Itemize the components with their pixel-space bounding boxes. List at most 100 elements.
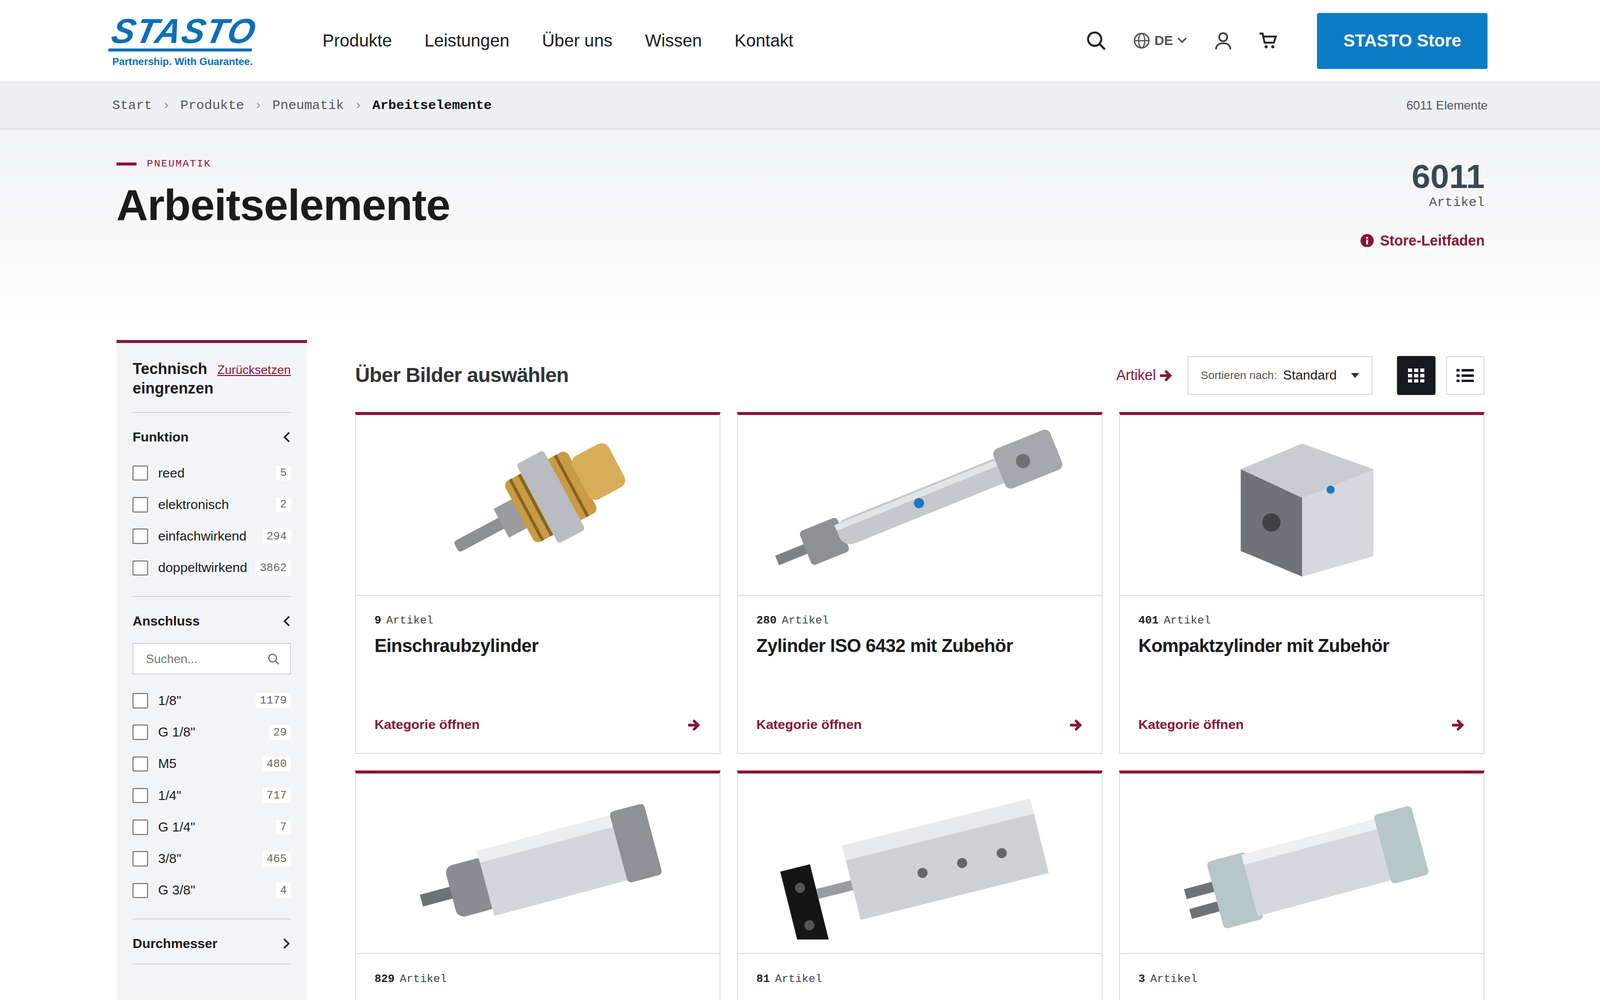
store-guide-link[interactable]: Store-Leitfaden [1360, 232, 1485, 249]
card-count-number: 9 [374, 614, 381, 627]
sort-label: Sortieren nach: [1201, 369, 1277, 382]
hero: PNEUMATIKArbeitselemente6011ArtikelStore… [0, 129, 1600, 340]
chevron-left-icon[interactable] [282, 615, 291, 627]
product-image [738, 415, 1102, 596]
nav-item[interactable]: Über uns [542, 31, 613, 51]
chevron-left-icon[interactable] [282, 431, 291, 443]
option-count: 7 [276, 819, 291, 835]
arrow-right-icon [1070, 719, 1084, 731]
filter-option[interactable]: 1/4"717 [132, 780, 291, 812]
card-count-label: Artikel [1163, 614, 1211, 627]
card-count-label: Artikel [400, 972, 447, 986]
category-card[interactable]: 81Artikel [737, 770, 1103, 1000]
checkbox[interactable] [132, 756, 148, 772]
articles-link[interactable]: Artikel [1116, 367, 1173, 384]
filter-option[interactable]: elektronisch2 [132, 489, 291, 521]
arrow-right-icon [1160, 369, 1174, 382]
filter-section-header[interactable]: Anschluss [132, 613, 291, 629]
card-title: Zylinder ISO 6432 mit Zubehör [756, 635, 1084, 657]
checkbox[interactable] [132, 560, 148, 576]
card-body: 9ArtikelEinschraubzylinderKategorie öffn… [356, 596, 720, 753]
nav-item[interactable]: Kontakt [734, 31, 794, 51]
filter-option[interactable]: M5480 [132, 748, 291, 780]
filter-options: 1/8"1179G 1/8"29M54801/4"717 G 1/4" 7 3/8"4… [132, 685, 291, 907]
arrow-right-icon [688, 719, 702, 731]
filter-section-header[interactable]: Durchmesser [132, 936, 291, 952]
breadcrumb-item[interactable]: Start [112, 98, 152, 113]
cart-icon[interactable] [1258, 31, 1278, 50]
language-label: DE [1154, 33, 1173, 49]
card-body: 401ArtikelKompaktzylinder mit ZubehörKat… [1120, 596, 1484, 753]
checkbox[interactable] [132, 693, 148, 709]
open-category-text: Kategorie öffnen [374, 717, 480, 733]
breadcrumb-item: Arbeitselemente [372, 98, 492, 113]
category-grid: 9ArtikelEinschraubzylinderKategorie öffn… [355, 412, 1485, 1000]
checkbox[interactable] [132, 883, 148, 899]
filter-search-input[interactable] [144, 651, 268, 667]
filter-section-title: Anschluss [132, 613, 200, 629]
filter-option[interactable]: 3/8"465 [132, 843, 291, 875]
hero-left: PNEUMATIK Arbeitselemente [116, 158, 450, 340]
option-label: 3/8" [158, 851, 181, 867]
open-category-link[interactable]: Kategorie öffnen [756, 676, 1084, 733]
option-count: 5 [276, 465, 291, 481]
filter-option[interactable]: einfachwirkend294 [132, 520, 291, 552]
card-count-label: Artikel [1150, 972, 1197, 986]
checkbox[interactable] [132, 851, 148, 867]
card-count-label: Artikel [386, 614, 434, 627]
option-label: G 1/4" [158, 819, 195, 835]
filter-option[interactable]: 1/8"1179 [132, 685, 291, 717]
option-count: 294 [262, 529, 291, 544]
card-count-number: 401 [1138, 614, 1159, 627]
card-count: 3Artikel [1138, 972, 1466, 986]
checkbox[interactable] [132, 819, 148, 835]
checkbox[interactable] [132, 788, 148, 804]
eyebrow-text: PNEUMATIK [147, 158, 212, 170]
category-card[interactable]: 280ArtikelZylinder ISO 6432 mit ZubehörK… [737, 412, 1103, 754]
card-body: 280ArtikelZylinder ISO 6432 mit ZubehörK… [738, 596, 1102, 753]
filter-option[interactable]: G 3/8"4 [132, 874, 291, 906]
checkbox[interactable] [132, 497, 148, 513]
checkbox[interactable] [132, 465, 148, 481]
breadcrumb-item[interactable]: Pneumatik [272, 98, 344, 113]
nav-item[interactable]: Wissen [645, 31, 702, 51]
article-count: 6011 [1411, 158, 1485, 195]
chevron-right-icon[interactable] [282, 938, 291, 949]
grid-view-button[interactable] [1397, 356, 1436, 395]
category-card[interactable]: 401ArtikelKompaktzylinder mit ZubehörKat… [1119, 412, 1485, 754]
option-label: reed [158, 465, 185, 481]
user-icon[interactable] [1214, 31, 1233, 51]
breadcrumb-item[interactable]: Produkte [180, 98, 244, 113]
search-icon[interactable] [1086, 30, 1107, 51]
language-switch[interactable]: DE [1133, 32, 1187, 50]
nav-item[interactable]: Produkte [322, 31, 392, 51]
nav-item[interactable]: Leistungen [424, 31, 510, 51]
page-title: Arbeitselemente [116, 180, 450, 231]
filter-option[interactable]: doppeltwirkend3862 [132, 552, 291, 584]
option-label: 1/8" [158, 693, 181, 709]
list-view-button[interactable] [1446, 356, 1485, 395]
category-card[interactable]: 829Artikel [355, 770, 721, 1000]
checkbox[interactable] [132, 724, 148, 740]
store-button[interactable]: STASTO Store [1317, 13, 1488, 69]
filter-option[interactable]: G 1/4" 7 [132, 811, 291, 843]
chevron-down-icon [1177, 37, 1187, 44]
sort-dropdown[interactable]: Sortieren nach:Standard [1187, 356, 1373, 395]
category-card[interactable]: 3Artikel [1119, 770, 1485, 1000]
reset-link[interactable]: Zurücksetzen [217, 363, 291, 377]
option-label: doppeltwirkend [158, 560, 247, 576]
grid-icon [1408, 368, 1425, 383]
open-category-link[interactable]: Kategorie öffnen [374, 676, 702, 733]
section-title: Über Bilder auswählen [355, 363, 569, 387]
checkbox[interactable] [132, 528, 148, 544]
filter-section-header[interactable]: Funktion [132, 429, 291, 445]
open-category-link[interactable]: Kategorie öffnen [1138, 676, 1466, 733]
filter-option[interactable]: G 1/8"29 [132, 716, 291, 748]
main-nav: Produkte Leistungen Über uns Wissen Kontakt [322, 31, 794, 51]
logo[interactable]: STASTOPartnership. With Guarantee. [112, 14, 265, 68]
filter-section: Funktion reed 5 elektronisch2einfachwirkend… [132, 413, 291, 597]
option-count: 717 [262, 788, 291, 803]
filter-option[interactable]: reed 5 [132, 457, 291, 489]
option-count: 2 [276, 497, 291, 512]
category-card[interactable]: 9ArtikelEinschraubzylinderKategorie öffn… [355, 412, 721, 754]
